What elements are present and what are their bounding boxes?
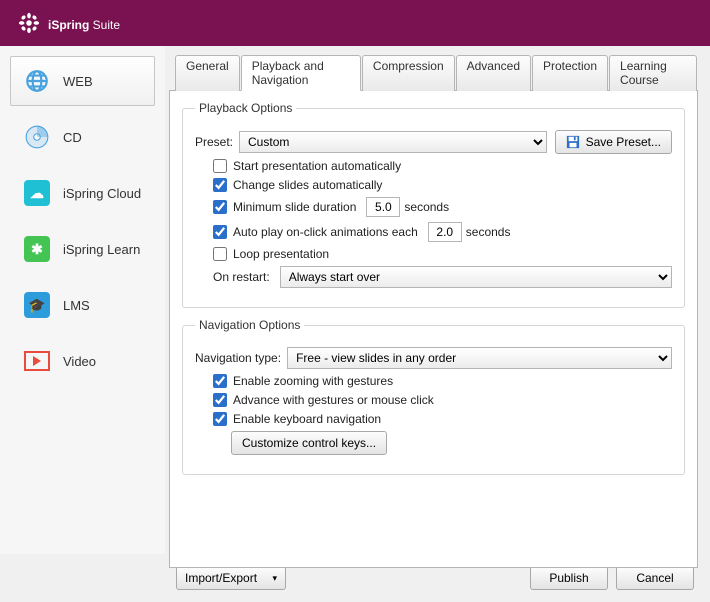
keyboard-checkbox[interactable] bbox=[213, 412, 227, 426]
disc-icon bbox=[23, 123, 51, 151]
preset-select[interactable]: Custom bbox=[239, 131, 547, 153]
main-panel: General Playback and Navigation Compress… bbox=[165, 46, 710, 554]
sidebar-item-cd[interactable]: CD bbox=[10, 112, 155, 162]
tab-playback-navigation[interactable]: Playback and Navigation bbox=[241, 55, 361, 91]
customize-keys-button[interactable]: Customize control keys... bbox=[231, 431, 387, 455]
start-auto-label: Start presentation automatically bbox=[233, 159, 401, 173]
ispring-logo-icon bbox=[18, 12, 40, 34]
keyboard-label: Enable keyboard navigation bbox=[233, 412, 381, 426]
sidebar-item-lms[interactable]: 🎓 LMS bbox=[10, 280, 155, 330]
cloud-icon: ☁ bbox=[23, 179, 51, 207]
seconds-label-2: seconds bbox=[466, 225, 511, 239]
navigation-options-group: Navigation Options Navigation type: Free… bbox=[182, 318, 685, 475]
sidebar-item-label: iSpring Cloud bbox=[63, 186, 141, 201]
sidebar-item-web[interactable]: WEB bbox=[10, 56, 155, 106]
navigation-legend: Navigation Options bbox=[195, 318, 304, 332]
tab-protection[interactable]: Protection bbox=[532, 55, 608, 91]
globe-icon bbox=[23, 67, 51, 95]
tab-learning-course[interactable]: Learning Course bbox=[609, 55, 697, 91]
sidebar-item-label: LMS bbox=[63, 298, 90, 313]
sidebar-item-ispring-learn[interactable]: ✱ iSpring Learn bbox=[10, 224, 155, 274]
learn-icon: ✱ bbox=[23, 235, 51, 263]
playback-legend: Playback Options bbox=[195, 101, 296, 115]
start-auto-checkbox[interactable] bbox=[213, 159, 227, 173]
save-icon bbox=[566, 135, 580, 149]
tab-bar: General Playback and Navigation Compress… bbox=[175, 54, 698, 90]
loop-checkbox[interactable] bbox=[213, 247, 227, 261]
seconds-label: seconds bbox=[404, 200, 449, 214]
sidebar-item-label: CD bbox=[63, 130, 82, 145]
advance-checkbox[interactable] bbox=[213, 393, 227, 407]
nav-type-select[interactable]: Free - view slides in any order bbox=[287, 347, 672, 369]
lms-icon: 🎓 bbox=[23, 291, 51, 319]
change-slides-checkbox[interactable] bbox=[213, 178, 227, 192]
zoom-label: Enable zooming with gestures bbox=[233, 374, 393, 388]
restart-select[interactable]: Always start over bbox=[280, 266, 672, 288]
sidebar-item-video[interactable]: Video bbox=[10, 336, 155, 386]
tab-advanced[interactable]: Advanced bbox=[456, 55, 531, 91]
autoplay-input[interactable] bbox=[428, 222, 462, 242]
publish-button[interactable]: Publish bbox=[530, 566, 608, 590]
titlebar: iSpring Suite bbox=[0, 0, 710, 46]
min-duration-checkbox[interactable] bbox=[213, 200, 227, 214]
change-slides-label: Change slides automatically bbox=[233, 178, 382, 192]
advance-label: Advance with gestures or mouse click bbox=[233, 393, 434, 407]
chevron-down-icon: ▾ bbox=[272, 573, 277, 584]
sidebar: WEB CD ☁ iSpring Cloud ✱ iSpring Learn 🎓… bbox=[0, 46, 165, 554]
min-duration-input[interactable] bbox=[366, 197, 400, 217]
cancel-button[interactable]: Cancel bbox=[616, 566, 694, 590]
min-duration-label: Minimum slide duration bbox=[233, 200, 356, 214]
zoom-checkbox[interactable] bbox=[213, 374, 227, 388]
playback-options-group: Playback Options Preset: Custom Save Pre… bbox=[182, 101, 685, 308]
sidebar-item-label: iSpring Learn bbox=[63, 242, 140, 257]
sidebar-item-ispring-cloud[interactable]: ☁ iSpring Cloud bbox=[10, 168, 155, 218]
video-icon bbox=[23, 347, 51, 375]
tab-general[interactable]: General bbox=[175, 55, 240, 91]
tab-compression[interactable]: Compression bbox=[362, 55, 455, 91]
tab-content: Playback Options Preset: Custom Save Pre… bbox=[169, 90, 698, 568]
autoplay-checkbox[interactable] bbox=[213, 225, 227, 239]
app-title: iSpring Suite bbox=[48, 12, 120, 35]
nav-type-label: Navigation type: bbox=[195, 351, 281, 365]
save-preset-button[interactable]: Save Preset... bbox=[555, 130, 672, 154]
restart-label: On restart: bbox=[213, 270, 270, 284]
loop-label: Loop presentation bbox=[233, 247, 329, 261]
import-export-button[interactable]: Import/Export ▾ bbox=[176, 566, 286, 590]
preset-label: Preset: bbox=[195, 135, 233, 149]
sidebar-item-label: Video bbox=[63, 354, 96, 369]
sidebar-item-label: WEB bbox=[63, 74, 93, 89]
autoplay-label: Auto play on-click animations each bbox=[233, 225, 418, 239]
